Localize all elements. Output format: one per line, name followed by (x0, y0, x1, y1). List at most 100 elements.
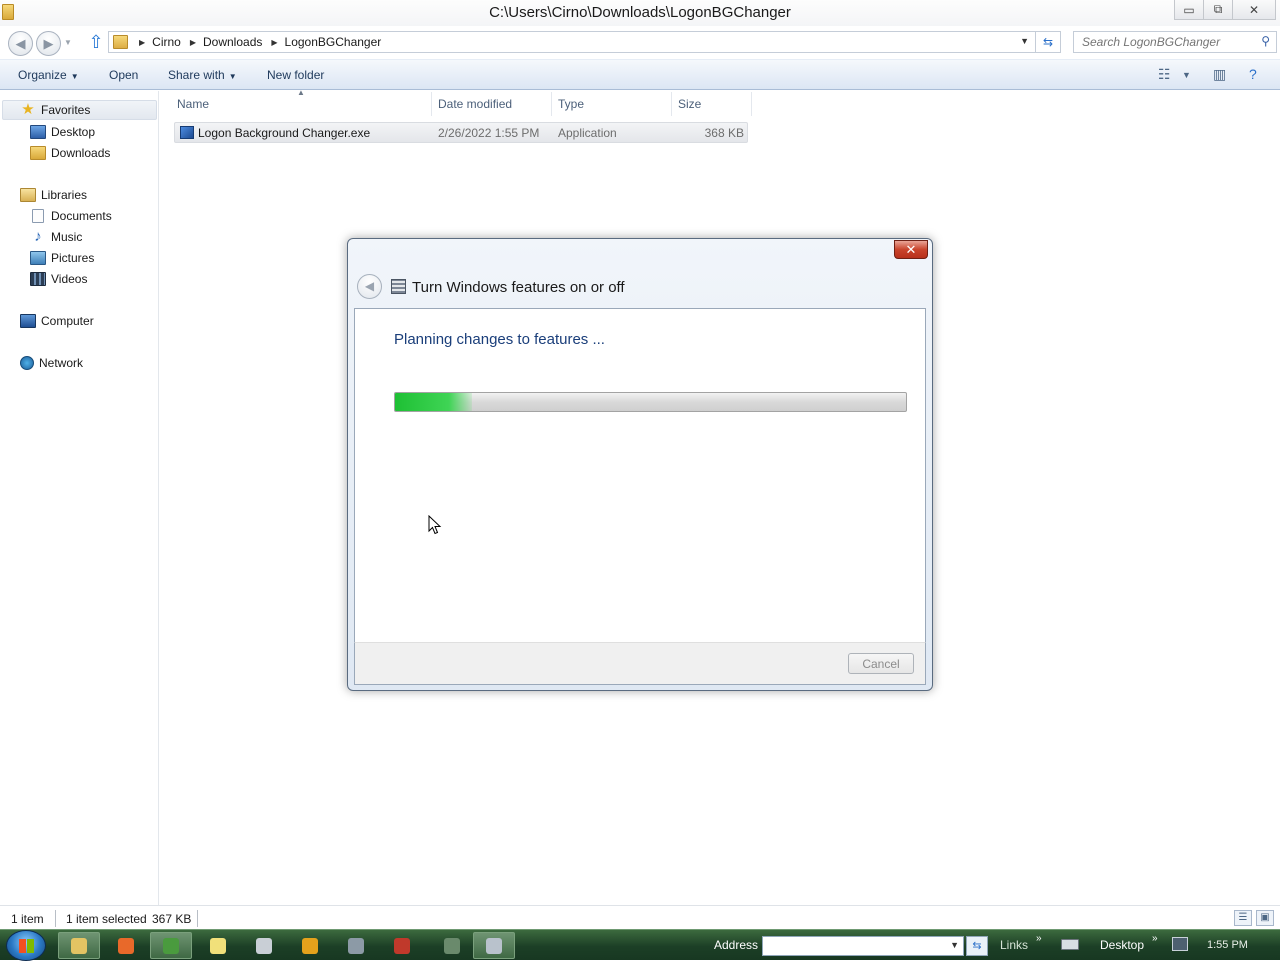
column-divider[interactable] (751, 92, 752, 116)
up-arrow-icon[interactable]: ⇧ (87, 31, 105, 53)
nav-favorites[interactable]: ★ Favorites (2, 100, 157, 120)
file-row[interactable]: Logon Background Changer.exe 2/26/2022 1… (174, 122, 748, 143)
desktop-toolbar[interactable]: Desktop (1100, 938, 1144, 952)
explorer-icon (71, 937, 87, 954)
share-with-button[interactable]: Share with ▼ (168, 68, 237, 82)
column-divider[interactable] (551, 92, 552, 116)
network-tray-icon[interactable] (1172, 937, 1188, 951)
firefox-icon (118, 937, 134, 954)
chevron-down-icon[interactable]: ▼ (1182, 70, 1191, 80)
share-with-label: Share with (168, 68, 225, 82)
nav-desktop[interactable]: Desktop (30, 122, 95, 142)
nav-music[interactable]: ♪ Music (30, 227, 82, 247)
forward-button[interactable]: ▶ (36, 31, 61, 56)
nav-documents[interactable]: Documents (30, 206, 112, 226)
breadcrumb-item[interactable]: LogonBGChanger (285, 35, 382, 49)
back-arrow-icon: ◀ (364, 279, 375, 293)
window-controls: ▭ ⧉ ✕ (1174, 0, 1276, 20)
refresh-icon[interactable]: ⇆ (1036, 31, 1061, 53)
taskbar-app-firefox[interactable] (105, 932, 147, 959)
view-options-icon[interactable]: ☷ (1158, 66, 1171, 83)
taskbar-app-notepad[interactable] (197, 932, 239, 959)
dialog-close-button[interactable]: ✕ (894, 240, 928, 259)
nav-computer[interactable]: Computer (20, 311, 94, 331)
window-titlebar: C:\Users\Cirno\Downloads\LogonBGChanger … (0, 0, 1280, 26)
windows-features-icon (391, 279, 406, 294)
cancel-button[interactable]: Cancel (848, 653, 914, 674)
taskbar-app-chrome[interactable] (150, 932, 192, 959)
large-icons-view-icon[interactable]: ▣ (1256, 910, 1274, 926)
taskbar-app-features[interactable] (473, 932, 515, 959)
taskbar-app-printer[interactable] (243, 932, 285, 959)
details-view-icon[interactable]: ☰ (1234, 910, 1252, 926)
help-icon[interactable]: ? (1249, 66, 1257, 82)
nav-downloads[interactable]: Downloads (30, 143, 110, 163)
back-button[interactable]: ◀ (8, 31, 33, 56)
taskbar-app-app-red[interactable] (381, 932, 423, 959)
application-icon (180, 126, 194, 139)
app-red-icon (394, 937, 410, 954)
restore-button[interactable]: ⧉ (1203, 0, 1233, 20)
minimize-button[interactable]: ▭ (1174, 0, 1204, 20)
nav-pictures[interactable]: Pictures (30, 248, 94, 268)
progress-bar (394, 392, 907, 412)
breadcrumb-item[interactable]: Cirno (152, 35, 181, 49)
links-toolbar[interactable]: Links (1000, 938, 1028, 952)
double-chevron-icon[interactable]: » (1152, 933, 1158, 944)
taskbar-app-media[interactable] (289, 932, 331, 959)
network-icon (20, 356, 34, 370)
progress-fill (395, 393, 472, 411)
chevron-down-icon[interactable]: ▼ (950, 940, 959, 950)
star-icon: ★ (21, 101, 35, 118)
column-divider[interactable] (671, 92, 672, 116)
column-header-size[interactable]: Size (678, 97, 701, 111)
chevron-right-icon[interactable]: ▶ (139, 38, 145, 47)
search-icon[interactable]: ⚲ (1261, 34, 1270, 48)
taskbar-app-blank[interactable] (431, 932, 473, 959)
close-button[interactable]: ✕ (1232, 0, 1276, 20)
chevron-right-icon[interactable]: ▶ (190, 38, 196, 47)
chrome-icon (163, 937, 179, 954)
search-box: ⚲ (1073, 31, 1277, 53)
file-date: 2/26/2022 1:55 PM (438, 126, 540, 140)
tool-icon (348, 937, 364, 954)
navigation-pane: ★ Favorites Desktop Downloads Libraries D… (0, 91, 159, 905)
address-toolbar-input[interactable]: ▼ (762, 936, 964, 956)
chevron-down-icon[interactable]: ▼ (1020, 36, 1029, 46)
new-folder-button[interactable]: New folder (267, 68, 324, 82)
address-field[interactable]: ▶ Cirno ▶ Downloads ▶ LogonBGChanger ▼ (108, 31, 1036, 53)
nav-videos[interactable]: Videos (30, 269, 87, 289)
status-bar: 1 item 1 item selected 367 KB ☰ ▣ (0, 905, 1280, 929)
taskbar-app-tool[interactable] (335, 932, 377, 959)
nav-network[interactable]: Network (20, 353, 83, 373)
column-header-date[interactable]: Date modified (438, 97, 512, 111)
double-chevron-icon[interactable]: » (1036, 933, 1042, 944)
column-header-name[interactable]: Name (177, 97, 209, 111)
back-button[interactable]: ◀ (357, 274, 382, 299)
start-button[interactable] (6, 930, 46, 961)
forward-arrow-icon: ▶ (43, 35, 54, 51)
clock[interactable]: 1:55 PM (1207, 939, 1248, 951)
column-header-type[interactable]: Type (558, 97, 584, 111)
item-count: 1 item (11, 912, 44, 926)
chevron-right-icon[interactable]: ▶ (271, 38, 277, 47)
open-button[interactable]: Open (109, 68, 138, 82)
breadcrumb-item[interactable]: Downloads (203, 35, 262, 49)
command-bar: Organize ▼ Open Share with ▼ New folder ☷ … (0, 59, 1280, 90)
search-input[interactable] (1080, 33, 1250, 51)
preview-pane-icon[interactable]: ▥ (1213, 66, 1226, 83)
history-dropdown[interactable]: ▼ (64, 38, 72, 47)
media-icon (302, 937, 318, 954)
sort-ascending-icon: ▲ (297, 88, 305, 97)
taskbar-app-explorer[interactable] (58, 932, 100, 959)
nav-libraries[interactable]: Libraries (20, 185, 87, 205)
keyboard-icon[interactable] (1061, 939, 1079, 950)
dialog-footer: Cancel (354, 642, 926, 685)
go-icon[interactable]: ⇆ (966, 936, 988, 956)
organize-button[interactable]: Organize ▼ (18, 68, 79, 82)
chevron-down-icon: ▼ (228, 72, 237, 81)
column-divider[interactable] (431, 92, 432, 116)
mouse-pointer-icon (428, 515, 442, 535)
status-divider (55, 910, 56, 927)
nav-label: Videos (51, 272, 88, 286)
